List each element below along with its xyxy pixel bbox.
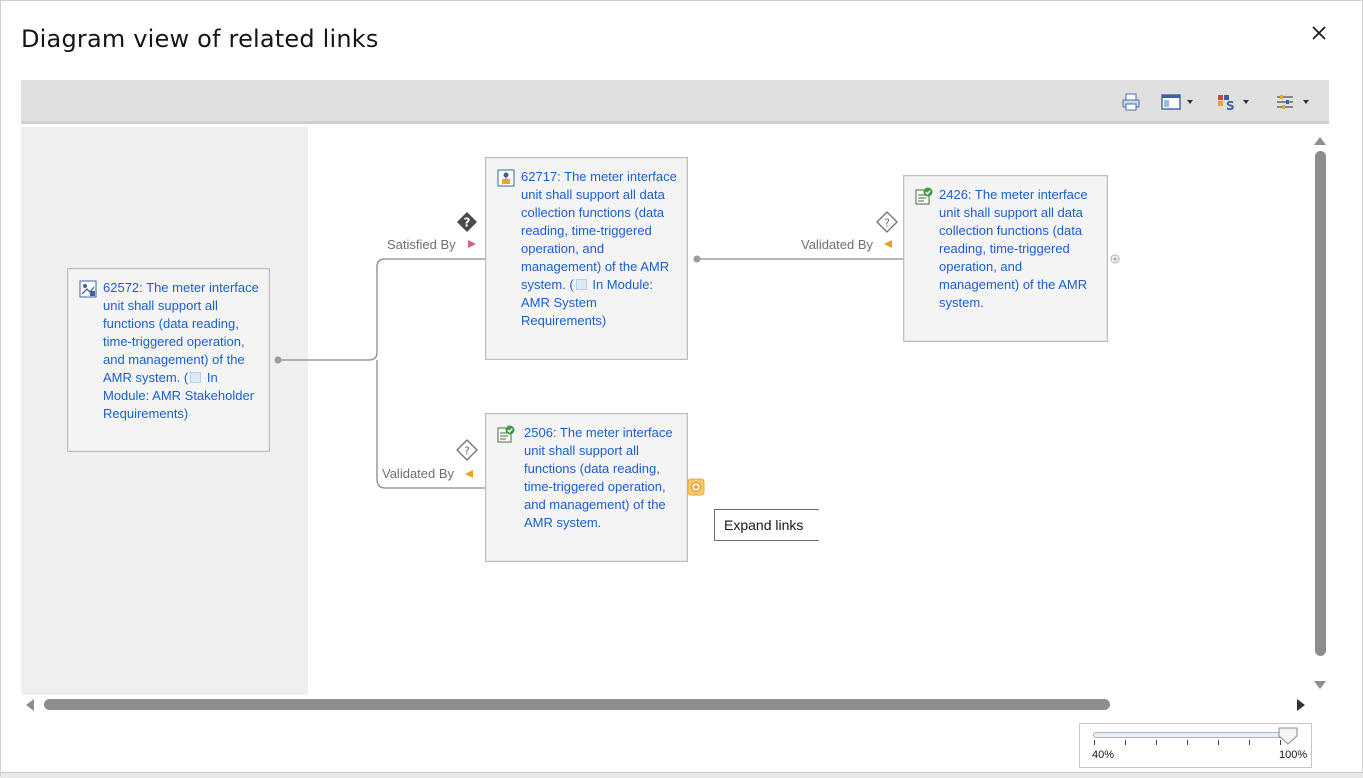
chevron-down-icon xyxy=(1187,100,1193,104)
validated-artifact-node-right[interactable]: 2426: The meter interface unit shall sup… xyxy=(903,175,1108,342)
svg-text:S: S xyxy=(1226,99,1235,111)
color-scheme-icon: S xyxy=(1218,95,1235,111)
diagram-toolbar: S xyxy=(21,80,1329,124)
validated-right-title: 2426: The meter interface unit shall sup… xyxy=(939,187,1088,310)
scroll-right-arrow[interactable] xyxy=(1296,698,1306,712)
filter-icon xyxy=(1277,95,1293,109)
layout-menu-button[interactable] xyxy=(1161,90,1193,114)
link-status-known-icon[interactable]: ? xyxy=(456,211,478,233)
zoom-control: 40% 100% xyxy=(1079,723,1312,768)
validated-bottom-title: 2506: The meter interface unit shall sup… xyxy=(524,425,673,530)
svg-text:?: ? xyxy=(464,445,470,458)
source-artifact-node[interactable]: 62572: The meter interface unit shall su… xyxy=(67,268,270,452)
validated-arrow-icon xyxy=(884,240,892,248)
close-icon xyxy=(1312,26,1326,40)
link-status-unknown-icon[interactable]: ? xyxy=(456,439,478,461)
satisfied-arrow-icon xyxy=(468,240,476,248)
module-icon xyxy=(575,279,587,290)
zoom-min-label: 40% xyxy=(1092,749,1115,761)
zoom-slider-track[interactable] xyxy=(1093,732,1285,738)
expand-links-button[interactable] xyxy=(687,478,705,496)
vertical-scrollbar-thumb[interactable] xyxy=(1315,151,1326,656)
zoom-max-label: 100% xyxy=(1279,749,1308,761)
satisfied-artifact-node[interactable]: 62717: The meter interface unit shall su… xyxy=(485,157,688,360)
dialog-title: Diagram view of related links xyxy=(21,25,379,53)
validated-by-label-bottom: Validated By xyxy=(382,466,455,481)
validated-artifact-node-bottom[interactable]: 2506: The meter interface unit shall sup… xyxy=(485,413,688,562)
test-case-icon xyxy=(497,425,515,443)
validated-arrow-icon xyxy=(465,470,473,478)
svg-text:?: ? xyxy=(884,217,890,230)
filter-menu-button[interactable] xyxy=(1275,90,1309,114)
chevron-down-icon xyxy=(1243,100,1249,104)
bottom-border xyxy=(1,772,1363,778)
svg-text:?: ? xyxy=(464,216,471,230)
source-artifact-title: 62572: The meter interface unit shall su… xyxy=(103,280,259,385)
module-icon xyxy=(190,372,202,383)
chevron-down-icon xyxy=(1303,100,1309,104)
print-icon xyxy=(1122,93,1140,111)
satisfied-artifact-title: 62717: The meter interface unit shall su… xyxy=(521,169,677,292)
color-scheme-menu-button[interactable]: S xyxy=(1217,90,1249,114)
stakeholder-requirement-icon xyxy=(79,280,97,298)
validated-by-label-right: Validated By xyxy=(801,237,874,252)
expand-links-tooltip: Expand links xyxy=(714,509,819,541)
satisfied-by-label: Satisfied By xyxy=(387,237,456,252)
test-case-icon xyxy=(915,187,933,205)
horizontal-scrollbar-thumb[interactable] xyxy=(44,699,1110,710)
close-button[interactable] xyxy=(1307,21,1331,45)
scroll-down-arrow[interactable] xyxy=(1313,680,1327,690)
print-button[interactable] xyxy=(1121,90,1141,114)
layout-icon xyxy=(1161,94,1181,110)
zoom-slider-handle[interactable] xyxy=(1278,727,1298,745)
scroll-up-arrow[interactable] xyxy=(1313,136,1327,146)
diagram-dialog: Diagram view of related links S 62572: T… xyxy=(0,0,1363,778)
link-status-unknown-icon[interactable]: ? xyxy=(876,211,898,233)
scroll-left-arrow[interactable] xyxy=(25,698,35,712)
diagram-canvas[interactable]: 62572: The meter interface unit shall su… xyxy=(21,127,1311,695)
system-requirement-icon xyxy=(497,169,515,187)
